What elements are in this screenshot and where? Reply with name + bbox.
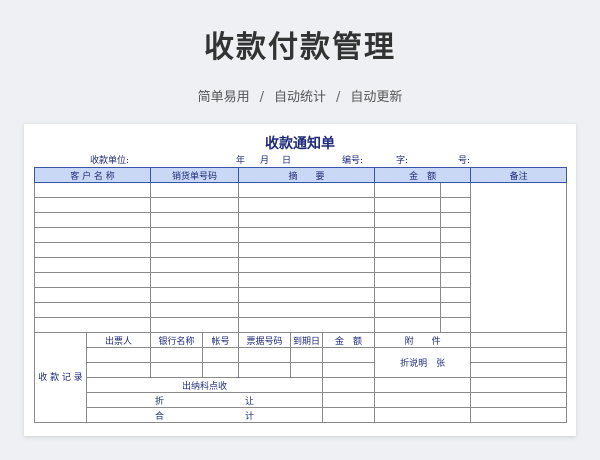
tag-easy: 简单易用 <box>197 90 250 105</box>
discount-label: 折 让 <box>85 392 324 408</box>
col-invoice: 销货单号码 <box>149 167 240 183</box>
record-col-drawer: 出票人 <box>86 332 151 348</box>
form-title: 收款通知单 <box>265 136 335 152</box>
col-customer: 客 户 名 称 <box>34 167 151 183</box>
record-col-due: 到期日 <box>290 332 324 348</box>
notice-table: 客 户 名 称 销货单号码 摘 要 金 额 备注 收 款 记 录 出票人 银行名… <box>34 167 568 423</box>
number-label: 编号: <box>342 156 364 166</box>
record-col-bill-no: 票据号码 <box>238 332 292 348</box>
page-title: 收款付款管理 <box>204 30 396 65</box>
tag-update: 自动更新 <box>350 90 403 105</box>
record-side-label: 收 款 记 录 <box>34 332 87 423</box>
tagline: 简单易用 / 自动统计 / 自动更新 <box>0 86 600 105</box>
column-header-row: 客 户 名 称 销货单号码 摘 要 金 额 备注 <box>34 167 568 183</box>
word-label: 字: <box>396 156 409 166</box>
discount-row: 折 让 <box>35 392 568 408</box>
attach-label: 附 件 <box>374 332 472 348</box>
record-header-row: 收 款 记 录 出票人 银行名称 帐号 票据号码 到期日 金 额 附 件 <box>34 332 568 423</box>
col-amount: 金 额 <box>374 167 472 183</box>
col-summary: 摘 要 <box>238 167 376 183</box>
month-label: 月 <box>260 156 270 166</box>
separator: / <box>259 90 264 105</box>
day-label: 日 <box>282 156 292 166</box>
record-col-bank: 银行名称 <box>150 332 203 348</box>
tag-stats: 自动统计 <box>273 90 326 105</box>
remark-cell[interactable] <box>470 182 568 333</box>
cashier-label: 出纳科点收 <box>85 377 324 393</box>
record-col-amount: 金 额 <box>322 332 376 348</box>
record-col-account: 帐号 <box>201 332 240 348</box>
cashier-row: 出纳科点收 <box>35 377 568 393</box>
col-remark: 备注 <box>470 167 568 183</box>
unit-label: 收款单位: <box>90 156 130 166</box>
year-label: 年 <box>236 156 246 166</box>
total-label: 合 计 <box>85 407 324 423</box>
form-sheet: 收款通知单 收款单位: 年 月 日 编号: 字: 号: 客 户 名 称 销货单号… <box>24 124 576 436</box>
entry-row <box>34 182 568 333</box>
separator: / <box>336 90 341 105</box>
record-row <box>35 362 568 378</box>
attach-note: 折说明 张 <box>374 347 472 378</box>
total-row: 合 计 <box>35 407 568 423</box>
record-row: 折说明 张 <box>35 347 568 378</box>
no-label: 号: <box>458 156 471 166</box>
